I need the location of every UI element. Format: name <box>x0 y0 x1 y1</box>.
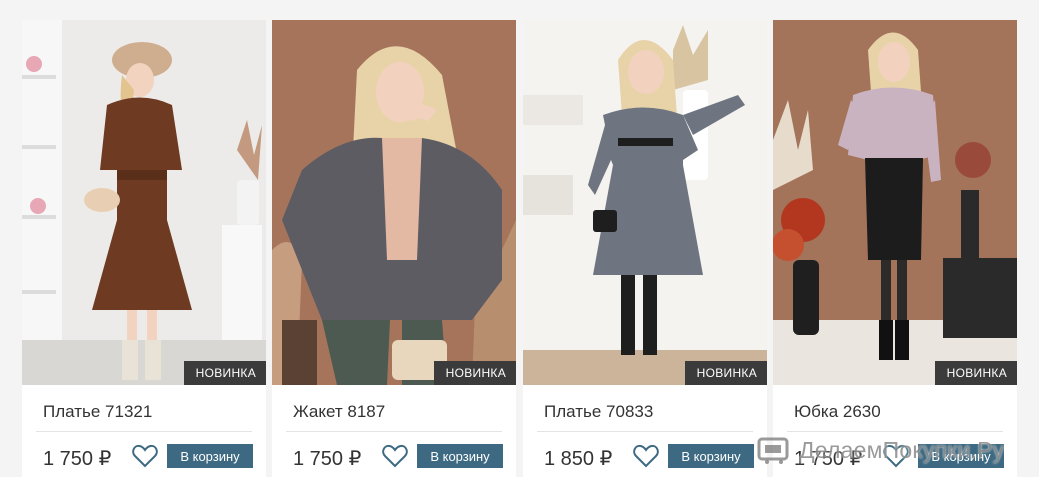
product-title[interactable]: Жакет 8187 <box>293 402 385 422</box>
favorite-heart-icon[interactable] <box>633 444 659 468</box>
product-title[interactable]: Платье 70833 <box>544 402 653 422</box>
product-photo[interactable]: НОВИНКА <box>773 20 1017 385</box>
product-price: 1 750 ₽ <box>43 448 112 470</box>
divider <box>286 431 502 432</box>
product-image <box>773 20 1017 385</box>
watermark-text: ДелаемПокупки.Ру <box>799 436 1005 463</box>
product-card[interactable]: НОВИНКА Юбка 2630 1 750 ₽ В корзину <box>773 20 1017 477</box>
cart-logo-icon <box>757 437 789 464</box>
product-price: 1 850 ₽ <box>544 448 613 470</box>
product-grid: НОВИНКА Платье 71321 1 750 ₽ В корзину Н… <box>0 0 1039 477</box>
add-to-cart-button[interactable]: В корзину <box>668 444 754 468</box>
new-badge: НОВИНКА <box>684 361 767 385</box>
favorite-heart-icon[interactable] <box>382 444 408 468</box>
favorite-heart-icon[interactable] <box>132 444 158 468</box>
product-photo[interactable]: НОВИНКА <box>22 20 266 385</box>
new-badge: НОВИНКА <box>433 361 516 385</box>
product-title[interactable]: Платье 71321 <box>43 402 152 422</box>
new-badge: НОВИНКА <box>183 361 266 385</box>
product-image <box>523 20 767 385</box>
product-card[interactable]: НОВИНКА Платье 70833 1 850 ₽ В корзину <box>523 20 767 477</box>
watermark: ДелаемПокупки.Ру <box>757 433 1039 467</box>
add-to-cart-button[interactable]: В корзину <box>417 444 503 468</box>
product-card[interactable]: НОВИНКА Жакет 8187 1 750 ₽ В корзину <box>272 20 516 477</box>
product-price: 1 750 ₽ <box>293 448 362 470</box>
add-to-cart-button[interactable]: В корзину <box>167 444 253 468</box>
product-image <box>22 20 266 385</box>
divider <box>787 431 1003 432</box>
divider <box>537 431 753 432</box>
divider <box>36 431 252 432</box>
product-photo[interactable]: НОВИНКА <box>272 20 516 385</box>
product-card[interactable]: НОВИНКА Платье 71321 1 750 ₽ В корзину <box>22 20 266 477</box>
product-title[interactable]: Юбка 2630 <box>794 402 881 422</box>
new-badge: НОВИНКА <box>934 361 1017 385</box>
product-image <box>272 20 516 385</box>
product-photo[interactable]: НОВИНКА <box>523 20 767 385</box>
